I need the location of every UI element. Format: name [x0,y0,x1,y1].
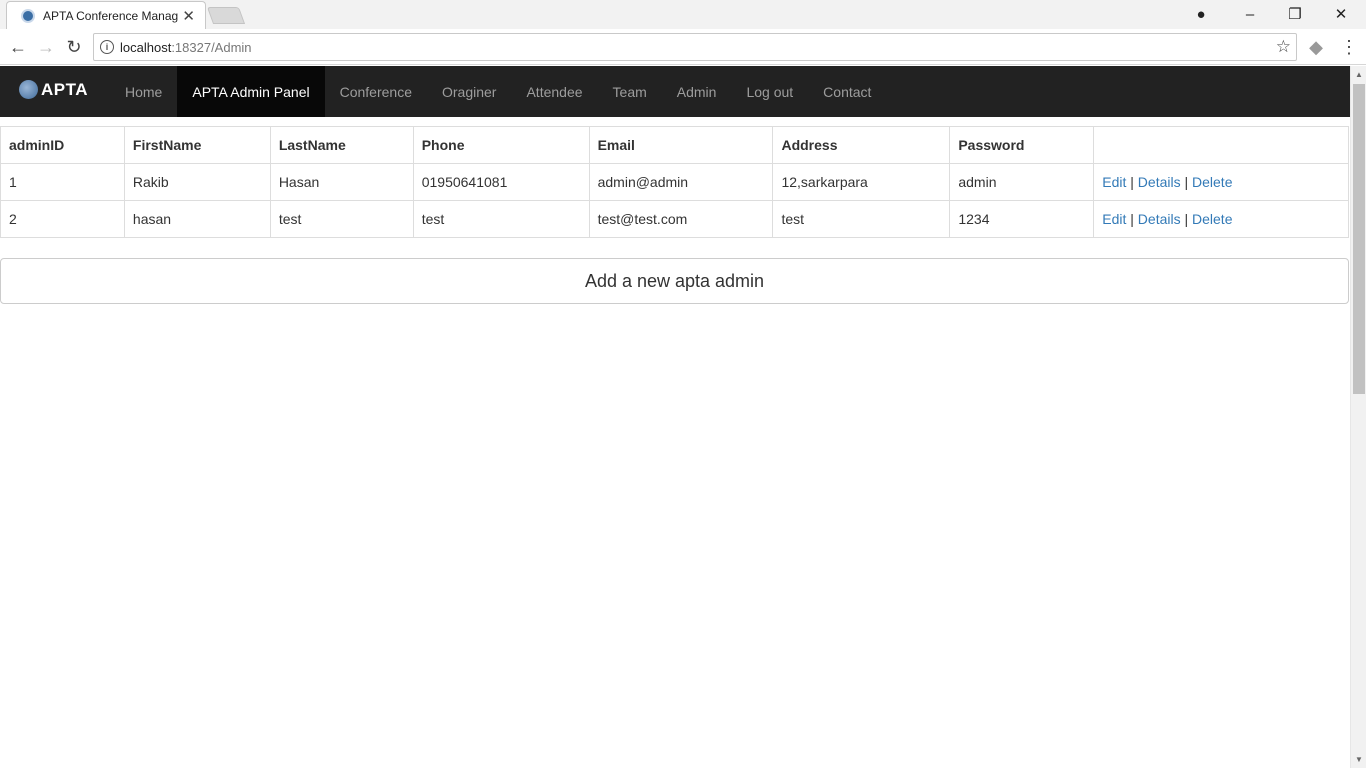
table-header-row: adminID FirstName LastName Phone Email Addres… [0,126,1349,164]
info-icon[interactable]: i [100,40,114,54]
tab-title: APTA Conference Manag [43,8,179,23]
cell-actions: Edit | Details | Delete [1093,200,1349,238]
cell-firstname: Rakib [123,163,271,201]
browser-tab[interactable]: APTA Conference Manag ✕ [6,1,206,29]
cell-lastname: Hasan [269,163,414,201]
delete-link[interactable]: Delete [1192,174,1232,190]
column-header-firstname: FirstName [123,126,271,164]
cell-phone: 01950641081 [412,163,590,201]
scroll-down-icon[interactable]: ▼ [1355,755,1363,764]
edit-link[interactable]: Edit [1102,174,1126,190]
table-row: 2 hasan test test test@test.com test 1234 Edit … [0,200,1349,238]
nav-item-apta-admin-panel[interactable]: APTA Admin Panel [177,66,325,117]
cell-email: test@test.com [588,200,774,238]
browser-tabstrip: APTA Conference Manag ✕ ● – ❐ ✕ [0,0,1366,29]
extension-icon[interactable]: ◆ [1305,36,1327,58]
edit-link[interactable]: Edit [1102,211,1126,227]
menu-icon[interactable]: ⋮ [1338,36,1360,58]
reload-icon[interactable]: ↻ [63,36,85,58]
admin-table: adminID FirstName LastName Phone Email Addres… [0,126,1349,238]
cell-phone: test [412,200,590,238]
column-header-adminid: adminID [0,126,125,164]
column-header-password: Password [949,126,1095,164]
url-path: :18327/Admin [171,39,252,55]
back-icon[interactable]: ← [7,36,29,58]
admin-table-container: adminID FirstName LastName Phone Email Addres… [0,126,1349,238]
add-admin-button[interactable]: Add a new apta admin [0,258,1349,304]
globe-favicon-icon [21,8,35,23]
close-window-icon[interactable]: ✕ [1326,3,1356,25]
action-separator: | [1184,211,1189,227]
cell-lastname: test [269,200,414,238]
cell-password: 1234 [949,200,1095,238]
action-separator: | [1184,174,1189,190]
cell-email: admin@admin [588,163,774,201]
bookmark-star-icon[interactable]: ☆ [1276,37,1291,57]
app-navbar: APTA Home APTA Admin Panel Conference Oragi… [0,66,1350,117]
column-header-actions [1093,126,1349,164]
globe-logo-icon [19,80,38,99]
cell-address: 12,sarkarpara [772,163,951,201]
delete-link[interactable]: Delete [1192,211,1232,227]
address-bar[interactable]: i localhost:18327/Admin ☆ [93,33,1297,61]
url-host: localhost [120,39,172,55]
column-header-phone: Phone [412,126,590,164]
column-header-lastname: LastName [269,126,414,164]
minimize-icon[interactable]: – [1235,3,1265,25]
cell-adminid: 2 [0,200,125,238]
forward-icon[interactable]: → [35,36,57,58]
action-separator: | [1130,174,1134,190]
column-header-address: Address [772,126,951,164]
restore-icon[interactable]: ❐ [1280,3,1310,25]
cell-actions: Edit | Details | Delete [1093,163,1349,201]
table-row: 1 Rakib Hasan 01950641081 admin@admin 12,sark… [0,163,1349,201]
profile-icon[interactable]: ● [1186,3,1216,25]
table-body: 1 Rakib Hasan 01950641081 admin@admin 12,sark… [0,163,1349,238]
nav-items: Home APTA Admin Panel Conference Oraginer At… [110,66,886,117]
brand-text: APTA [41,80,89,99]
new-tab-button[interactable] [206,7,246,24]
nav-item-attendee[interactable]: Attendee [511,66,597,117]
page-scrollbar[interactable]: ▲ ▼ [1350,66,1366,768]
tab-close-icon[interactable]: ✕ [182,7,195,25]
action-separator: | [1130,211,1134,227]
cell-address: test [772,200,951,238]
nav-item-contact[interactable]: Contact [808,66,886,117]
brand-logo[interactable]: APTA [19,80,88,99]
nav-item-home[interactable]: Home [110,66,177,117]
scroll-up-icon[interactable]: ▲ [1355,70,1363,79]
scroll-thumb[interactable] [1353,84,1365,394]
nav-item-team[interactable]: Team [598,66,662,117]
cell-adminid: 1 [0,163,125,201]
column-header-email: Email [588,126,774,164]
browser-toolbar: ← → ↻ i localhost:18327/Admin ☆ ◆ ⋮ [0,29,1366,65]
nav-item-log-out[interactable]: Log out [731,66,808,117]
nav-item-conference[interactable]: Conference [325,66,427,117]
nav-item-admin[interactable]: Admin [662,66,732,117]
cell-firstname: hasan [123,200,271,238]
details-link[interactable]: Details [1138,211,1181,227]
nav-item-oraginer[interactable]: Oraginer [427,66,511,117]
cell-password: admin [949,163,1095,201]
details-link[interactable]: Details [1138,174,1181,190]
